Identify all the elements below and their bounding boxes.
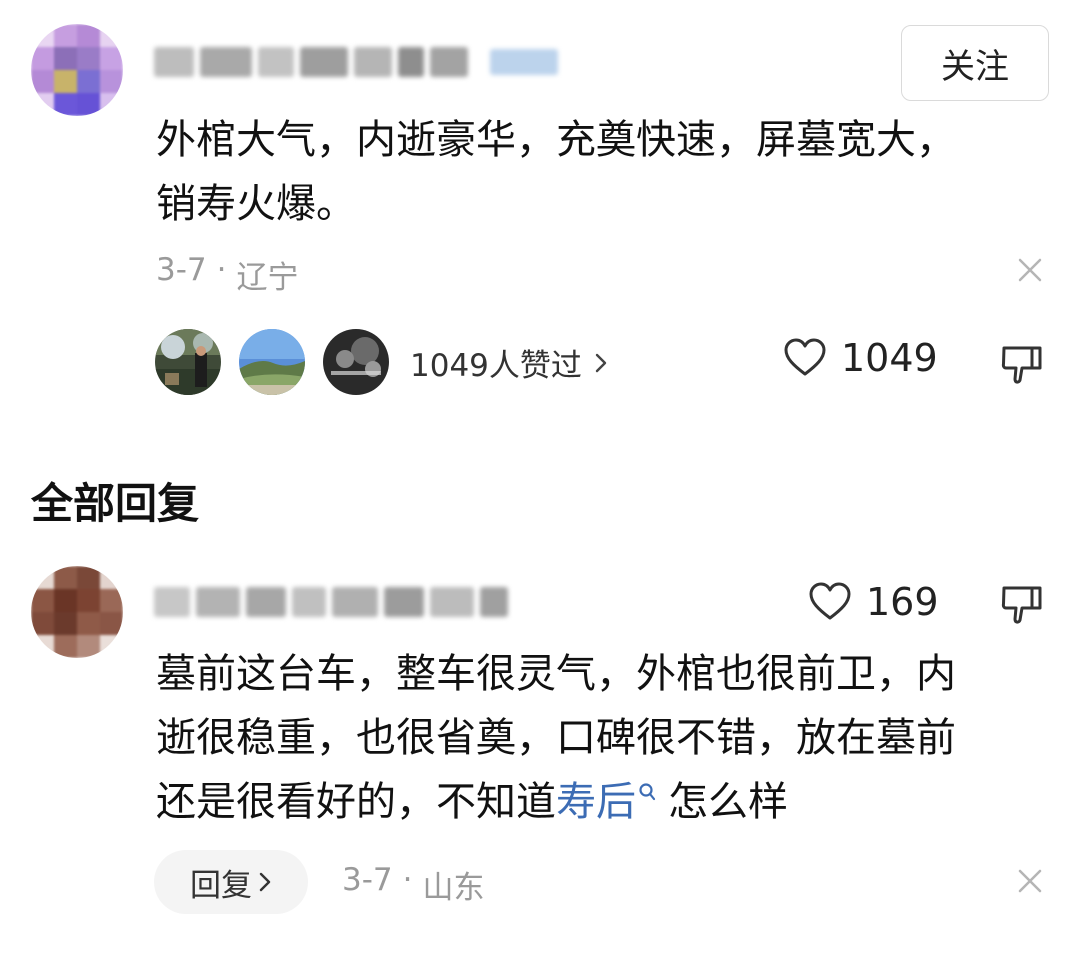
reply-button-label: 回复 — [190, 867, 252, 904]
comment-text-line1: 外棺大气，内逝豪华，充奠快速，屏墓宽大， — [156, 117, 956, 163]
comment-text-line2: 销寿火爆。 — [156, 181, 356, 227]
replier-name-blurred[interactable] — [154, 580, 508, 624]
replier-avatar[interactable] — [31, 566, 123, 658]
dislike-icon[interactable] — [1000, 584, 1044, 626]
chevron-right-icon — [259, 872, 271, 892]
comment-location: 辽宁 — [236, 260, 299, 296]
liker-avatar[interactable] — [239, 329, 305, 395]
reply-location: 山东 — [422, 870, 485, 906]
likers-avatars[interactable] — [155, 329, 389, 395]
likers-summary-link[interactable]: 1049人赞过 — [410, 340, 608, 385]
follow-label: 关注 — [941, 46, 1009, 87]
reply-text-line2: 逝很稳重，也很省奠，口碑很不错，放在墓前 — [156, 715, 956, 761]
close-icon[interactable] — [1015, 866, 1045, 896]
chevron-right-icon — [595, 353, 607, 372]
close-icon[interactable] — [1015, 255, 1045, 285]
meta-dot: · — [216, 252, 227, 288]
reply-text[interactable]: 墓前这台车，整车很灵气，外棺也很前卫，内 逝很稳重，也很省奠，口碑很不错，放在墓… — [156, 642, 1056, 834]
search-icon — [639, 783, 656, 801]
comment-date: 3-7 — [156, 252, 207, 288]
search-link-text: 寿后 — [556, 779, 636, 825]
reply-text-line3-after: 怎么样 — [668, 779, 788, 825]
reply-like-button[interactable]: 169 — [808, 580, 939, 624]
liker-avatar[interactable] — [155, 329, 221, 395]
commenter-avatar[interactable] — [31, 24, 123, 116]
reply-text-line3-before: 还是很看好的，不知道 — [156, 779, 556, 825]
dislike-icon[interactable] — [1000, 344, 1044, 386]
comment-like-count: 1049 — [841, 336, 938, 380]
likers-summary: 1049人赞过 — [410, 348, 582, 384]
reply-meta: 3-7 · 山东 — [342, 862, 485, 907]
reply-button[interactable]: 回复 — [154, 850, 308, 914]
comment-like-button[interactable]: 1049 — [783, 336, 938, 380]
liker-avatar[interactable] — [323, 329, 389, 395]
heart-icon — [784, 338, 826, 376]
comment-text[interactable]: 外棺大气，内逝豪华，充奠快速，屏墓宽大， 销寿火爆。 — [156, 108, 1056, 236]
search-link[interactable]: 寿后 — [556, 770, 656, 834]
reply-text-line1: 墓前这台车，整车很灵气，外棺也很前卫，内 — [156, 651, 956, 697]
heart-icon — [809, 582, 851, 620]
reply-text-line3: 还是很看好的，不知道 寿后 怎么样 — [156, 770, 1056, 834]
reply-date: 3-7 — [342, 862, 393, 898]
commenter-name-blurred[interactable] — [154, 40, 558, 84]
section-title: 全部回复 — [31, 479, 200, 528]
meta-dot: · — [402, 862, 413, 898]
follow-button[interactable]: 关注 — [901, 25, 1049, 101]
comment-meta: 3-7 · 辽宁 — [156, 252, 299, 297]
reply-like-count: 169 — [866, 580, 939, 624]
